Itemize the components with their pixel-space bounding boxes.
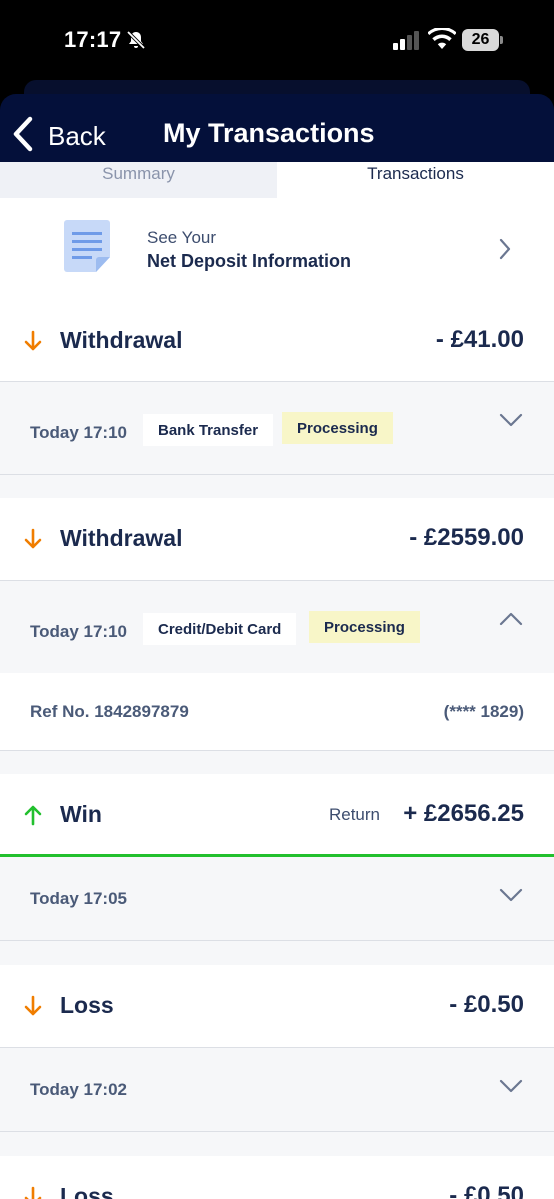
payment-method-badge: Credit/Debit Card (143, 613, 297, 645)
battery-level: 26 (462, 29, 499, 51)
transaction-datetime: Today 17:10 (30, 622, 128, 641)
card-number: (**** 1829) (443, 702, 524, 721)
document-icon (64, 220, 110, 277)
wifi-icon (427, 26, 457, 55)
transaction-header[interactable]: Loss - £0.50 (0, 965, 554, 1047)
transaction-type: Loss (60, 1183, 114, 1199)
status-badge: Processing (282, 412, 393, 444)
back-button[interactable]: Back (12, 116, 106, 156)
chevron-up-icon[interactable] (498, 611, 524, 632)
transaction-header[interactable]: Withdrawal - £41.00 (0, 300, 554, 382)
tab-bar: Summary Transactions (0, 162, 554, 198)
deposit-info-title: Net Deposit Information (147, 251, 352, 271)
transaction-details: Today 17:02 (0, 1047, 554, 1132)
transaction-type: Win (60, 801, 102, 827)
tab-transactions[interactable]: Transactions (277, 162, 554, 198)
transaction-details: Today 17:10 Bank Transfer Processing (0, 381, 554, 475)
tab-summary[interactable]: Summary (0, 162, 277, 198)
transaction-header[interactable]: Loss - £0.50 (0, 1156, 554, 1199)
arrow-down-icon (24, 995, 42, 1022)
reference-number: Ref No. 1842897879 (30, 702, 189, 721)
transaction-type: Loss (60, 992, 114, 1018)
transaction-reference-row: Ref No. 1842897879 (**** 1829) (0, 673, 554, 751)
chevron-down-icon[interactable] (498, 412, 524, 433)
arrow-down-icon (24, 1186, 42, 1199)
net-deposit-info-link[interactable]: See Your Net Deposit Information (0, 198, 554, 300)
status-badge: Processing (309, 611, 420, 643)
transaction-type: Withdrawal (60, 327, 183, 353)
back-label: Back (48, 120, 106, 151)
status-bar: 17:17 26 (0, 0, 554, 80)
chevron-left-icon (12, 116, 34, 157)
transaction-amount: - £2559.00 (409, 524, 524, 551)
transaction-amount: - £0.50 (449, 991, 524, 1018)
status-time: 17:17 (64, 27, 122, 52)
cellular-signal-icon (393, 30, 421, 55)
deposit-info-caption: See Your (147, 228, 217, 247)
transaction-header[interactable]: Withdrawal - £2559.00 (0, 498, 554, 580)
page-title: My Transactions (163, 118, 375, 148)
payment-method-badge: Bank Transfer (143, 414, 274, 446)
spacer (0, 1132, 554, 1156)
transaction-details: Today 17:10 Credit/Debit Card Processing (0, 580, 554, 673)
spacer (0, 475, 554, 499)
transaction-datetime: Today 17:05 (30, 889, 128, 908)
battery-icon: 26 (462, 29, 503, 51)
chevron-down-icon[interactable] (498, 887, 524, 908)
transaction-datetime: Today 17:10 (30, 423, 128, 442)
transaction-amount: + £2656.25 (403, 800, 524, 827)
transaction-header[interactable]: Win Return + £2656.25 (0, 774, 554, 856)
spacer (0, 941, 554, 965)
transaction-datetime: Today 17:02 (30, 1080, 128, 1099)
chevron-right-icon (498, 238, 512, 265)
arrow-down-icon (24, 330, 42, 357)
bell-off-icon (126, 30, 146, 55)
transaction-details: Today 17:05 (0, 857, 554, 941)
arrow-up-icon (24, 804, 42, 831)
transaction-amount: - £41.00 (435, 326, 524, 353)
transaction-amount: - £0.50 (449, 1182, 524, 1199)
return-label: Return (328, 805, 380, 824)
chevron-down-icon[interactable] (498, 1078, 524, 1099)
arrow-down-icon (24, 528, 42, 555)
spacer (0, 751, 554, 775)
transaction-type: Withdrawal (60, 525, 183, 551)
